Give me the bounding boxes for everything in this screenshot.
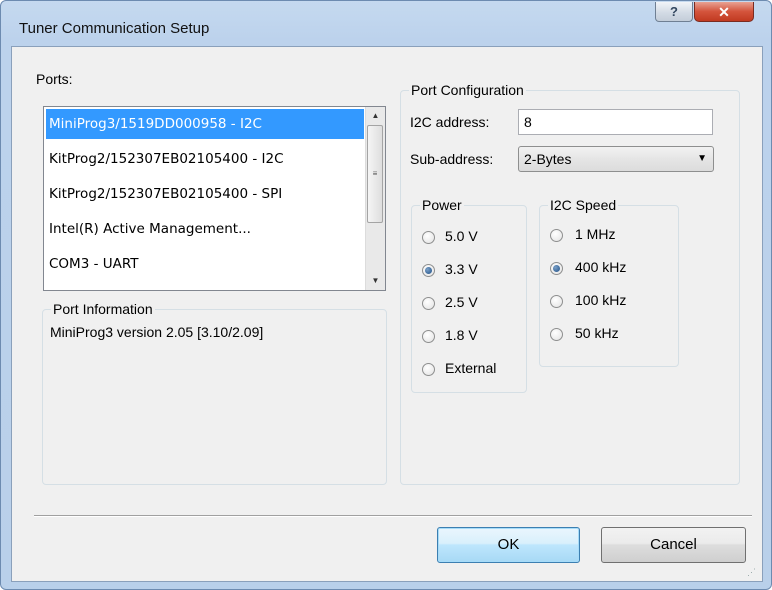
cancel-button[interactable]: Cancel xyxy=(601,527,746,563)
help-icon: ? xyxy=(670,4,678,19)
port-item-kitprog2-i2c[interactable]: KitProg2/152307EB02105400 - I2C xyxy=(46,144,364,174)
subaddress-value: 2-Bytes xyxy=(524,151,572,167)
port-item-kitprog2-spi[interactable]: KitProg2/152307EB02105400 - SPI xyxy=(46,179,364,209)
power-label-1v8[interactable]: 1.8 V xyxy=(445,327,478,343)
speed-radio-50khz[interactable] xyxy=(550,328,563,341)
scroll-thumb[interactable]: ≡ xyxy=(367,125,383,223)
port-information-text: MiniProg3 version 2.05 [3.10/2.09] xyxy=(50,324,264,340)
port-item-com3-uart[interactable]: COM3 - UART xyxy=(46,249,364,279)
speed-label-50khz[interactable]: 50 kHz xyxy=(575,325,619,341)
speed-label-400khz[interactable]: 400 kHz xyxy=(575,259,626,275)
i2c-speed-legend: I2C Speed xyxy=(548,197,619,213)
scroll-up-icon[interactable]: ▲ xyxy=(366,107,385,125)
subaddress-label: Sub-address: xyxy=(410,151,494,167)
power-radio-1v8[interactable] xyxy=(422,330,435,343)
chevron-down-icon[interactable]: ▼ xyxy=(697,147,707,171)
speed-label-1mhz[interactable]: 1 MHz xyxy=(575,226,615,242)
close-icon: ✕ xyxy=(718,4,730,20)
help-button[interactable]: ? xyxy=(655,2,693,22)
speed-radio-1mhz[interactable] xyxy=(550,229,563,242)
close-button[interactable]: ✕ xyxy=(694,2,754,22)
i2c-address-input[interactable]: 8 xyxy=(518,109,713,135)
i2c-address-label: I2C address: xyxy=(410,114,490,130)
ports-label: Ports: xyxy=(36,71,73,87)
port-item-miniprog3-i2c[interactable]: MiniProg3/1519DD000958 - I2C xyxy=(46,109,364,139)
power-radio-3v3[interactable] xyxy=(422,264,435,277)
resize-grip-icon[interactable]: ⋰ xyxy=(747,566,759,578)
port-configuration-legend: Port Configuration xyxy=(409,82,526,98)
title-bar[interactable]: Tuner Communication Setup ? ✕ xyxy=(1,1,771,45)
port-information-legend: Port Information xyxy=(51,301,155,317)
power-label-3v3[interactable]: 3.3 V xyxy=(445,261,478,277)
ports-listbox[interactable]: MiniProg3/1519DD000958 - I2C KitProg2/15… xyxy=(43,106,386,291)
separator-line xyxy=(34,515,752,517)
speed-radio-100khz[interactable] xyxy=(550,295,563,308)
port-item-intel-amt[interactable]: Intel(R) Active Management... xyxy=(46,214,364,244)
dialog-window: Tuner Communication Setup ? ✕ Ports: Min… xyxy=(0,0,772,590)
speed-label-100khz[interactable]: 100 kHz xyxy=(575,292,626,308)
power-label-external[interactable]: External xyxy=(445,360,496,376)
radio-selected-dot xyxy=(553,265,560,272)
power-label-5v[interactable]: 5.0 V xyxy=(445,228,478,244)
power-legend: Power xyxy=(420,197,464,213)
ok-button[interactable]: OK xyxy=(437,527,580,563)
power-label-2v5[interactable]: 2.5 V xyxy=(445,294,478,310)
power-radio-5v[interactable] xyxy=(422,231,435,244)
subaddress-dropdown[interactable]: 2-Bytes ▼ xyxy=(518,146,714,172)
window-title: Tuner Communication Setup xyxy=(19,20,210,37)
dialog-client-area: Ports: MiniProg3/1519DD000958 - I2C KitP… xyxy=(11,46,763,582)
radio-selected-dot xyxy=(425,267,432,274)
power-radio-external[interactable] xyxy=(422,363,435,376)
scroll-down-icon[interactable]: ▼ xyxy=(366,272,385,290)
speed-radio-400khz[interactable] xyxy=(550,262,563,275)
power-radio-2v5[interactable] xyxy=(422,297,435,310)
ports-scrollbar[interactable]: ▲ ≡ ▼ xyxy=(365,107,385,290)
